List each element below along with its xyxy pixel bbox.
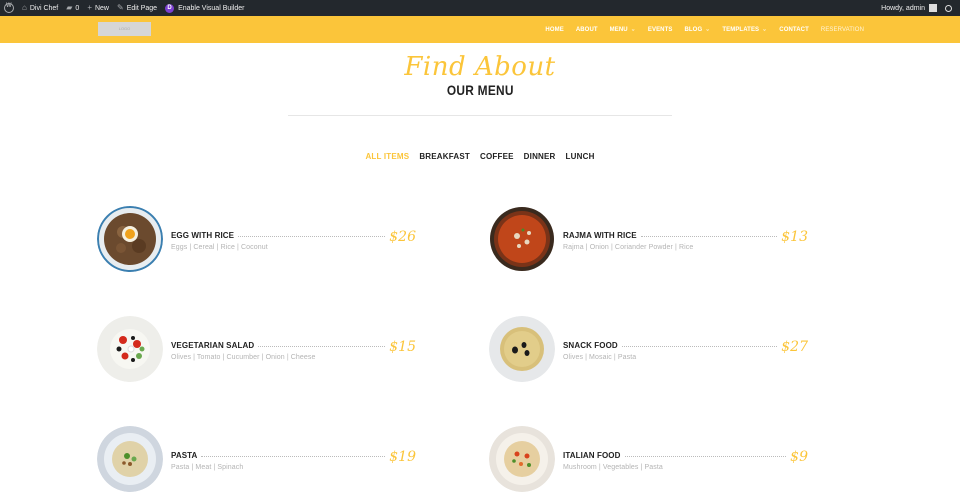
chevron-down-icon: ⌄ bbox=[630, 27, 636, 32]
dish-price: $13 bbox=[781, 229, 808, 245]
page-title: OUR MENU bbox=[446, 82, 514, 98]
avatar[interactable] bbox=[929, 4, 937, 12]
main-nav: HOME ABOUT MENU ⌄ EVENTS BLOG ⌄ TEMPLATES ⌄… bbox=[545, 16, 864, 43]
tab-lunch[interactable]: LUNCH bbox=[566, 152, 595, 161]
nav-blog-label: BLOG bbox=[684, 26, 703, 33]
menu-item[interactable]: RAJMA WITH RICE $13 Rajma | Onion | Cori… bbox=[489, 206, 812, 272]
dotted-leader bbox=[640, 235, 778, 237]
dish-name: RAJMA WITH RICE bbox=[563, 230, 637, 240]
dotted-leader bbox=[238, 235, 386, 237]
chevron-down-icon: ⌄ bbox=[705, 27, 711, 32]
nav-home[interactable]: HOME bbox=[545, 27, 563, 33]
admin-site-name: Divi Chef bbox=[29, 4, 59, 12]
section-title: Find About OUR MENU bbox=[0, 52, 960, 100]
admin-visual-builder-link[interactable]: D Enable Visual Builder bbox=[161, 0, 248, 16]
comment-icon: ▰ bbox=[66, 3, 73, 12]
dish-name: PASTA bbox=[171, 450, 198, 460]
site-header: LOGO HOME ABOUT MENU ⌄ EVENTS BLOG ⌄ TEMPL… bbox=[0, 16, 960, 43]
dish-ingredients: Pasta | Meat | Spinach bbox=[171, 464, 244, 471]
dish-name: EGG WITH RICE bbox=[171, 230, 235, 240]
dish-name: SNACK FOOD bbox=[563, 340, 618, 350]
pencil-icon: ✎ bbox=[117, 3, 124, 12]
dotted-leader bbox=[201, 455, 386, 457]
divi-icon: D bbox=[165, 3, 175, 13]
dish-ingredients: Eggs | Cereal | Rice | Coconut bbox=[171, 244, 268, 251]
admin-edit-link[interactable]: ✎ Edit Page bbox=[113, 0, 161, 16]
dish-ingredients: Mushroom | Vegetables | Pasta bbox=[563, 464, 663, 471]
dish-image bbox=[489, 316, 555, 382]
menu-item[interactable]: EGG WITH RICE $26 Eggs | Cereal | Rice |… bbox=[97, 206, 420, 272]
admin-new-label: New bbox=[94, 4, 109, 12]
admin-visual-builder-label: Enable Visual Builder bbox=[178, 4, 245, 12]
nav-contact[interactable]: CONTACT bbox=[779, 27, 809, 33]
dish-image bbox=[97, 426, 163, 492]
menu-item[interactable]: VEGETARIAN SALAD $15 Olives | Tomato | C… bbox=[97, 316, 420, 382]
nav-templates[interactable]: TEMPLATES ⌄ bbox=[722, 26, 767, 33]
dish-price: $15 bbox=[389, 339, 416, 355]
dish-image bbox=[489, 426, 555, 492]
tab-dinner[interactable]: DINNER bbox=[524, 152, 556, 161]
dotted-leader bbox=[258, 345, 386, 347]
admin-howdy[interactable]: Howdy, admin bbox=[881, 5, 925, 12]
dish-price: $27 bbox=[781, 339, 808, 355]
nav-about[interactable]: ABOUT bbox=[576, 27, 598, 33]
nav-templates-label: TEMPLATES bbox=[722, 26, 760, 33]
menu-item[interactable]: PASTA $19 Pasta | Meat | Spinach bbox=[97, 426, 420, 492]
nav-menu-label: MENU bbox=[609, 26, 628, 33]
nav-menu[interactable]: MENU ⌄ bbox=[610, 26, 636, 33]
tab-all-items[interactable]: ALL ITEMS bbox=[365, 152, 409, 161]
title-divider bbox=[288, 115, 672, 116]
tab-breakfast[interactable]: BREAKFAST bbox=[419, 152, 470, 161]
dish-name: VEGETARIAN SALAD bbox=[171, 340, 255, 350]
dish-ingredients: Olives | Tomato | Cucumber | Onion | Che… bbox=[171, 354, 316, 361]
wordpress-icon[interactable] bbox=[4, 3, 14, 13]
tab-coffee[interactable]: COFFEE bbox=[480, 152, 514, 161]
admin-site-link[interactable]: ⌂ Divi Chef bbox=[18, 0, 62, 16]
dish-price: $9 bbox=[790, 449, 808, 465]
dish-name: ITALIAN FOOD bbox=[563, 450, 621, 460]
admin-comments-link[interactable]: ▰ 0 bbox=[62, 0, 83, 16]
admin-new-link[interactable]: + New bbox=[83, 0, 113, 16]
nav-reservation[interactable]: RESERVATION bbox=[821, 27, 864, 33]
title-script: Find About bbox=[404, 52, 556, 82]
menu-item[interactable]: SNACK FOOD $27 Olives | Mosaic | Pasta bbox=[489, 316, 812, 382]
admin-comments-count: 0 bbox=[75, 4, 80, 12]
dish-price: $19 bbox=[389, 449, 416, 465]
dish-ingredients: Rajma | Onion | Coriander Powder | Rice bbox=[563, 244, 694, 251]
admin-edit-label: Edit Page bbox=[126, 4, 158, 12]
dotted-leader bbox=[624, 455, 787, 457]
plus-icon: + bbox=[87, 3, 92, 12]
dish-image bbox=[489, 206, 555, 272]
dish-image bbox=[97, 206, 163, 272]
dish-price: $26 bbox=[389, 229, 416, 245]
admin-bar: ⌂ Divi Chef ▰ 0 + New ✎ Edit Page D Enab… bbox=[0, 0, 960, 16]
dish-image bbox=[97, 316, 163, 382]
site-logo[interactable]: LOGO bbox=[98, 22, 151, 36]
nav-blog[interactable]: BLOG ⌄ bbox=[684, 26, 710, 33]
menu-item[interactable]: ITALIAN FOOD $9 Mushroom | Vegetables | … bbox=[489, 426, 812, 492]
dotted-leader bbox=[621, 345, 778, 347]
dish-ingredients: Olives | Mosaic | Pasta bbox=[563, 354, 637, 361]
menu-filter-tabs: ALL ITEMS BREAKFAST COFFEE DINNER LUNCH bbox=[0, 152, 960, 161]
dashboard-icon: ⌂ bbox=[22, 3, 27, 12]
search-icon[interactable] bbox=[945, 4, 952, 12]
nav-events[interactable]: EVENTS bbox=[648, 27, 673, 33]
chevron-down-icon: ⌄ bbox=[762, 27, 768, 32]
